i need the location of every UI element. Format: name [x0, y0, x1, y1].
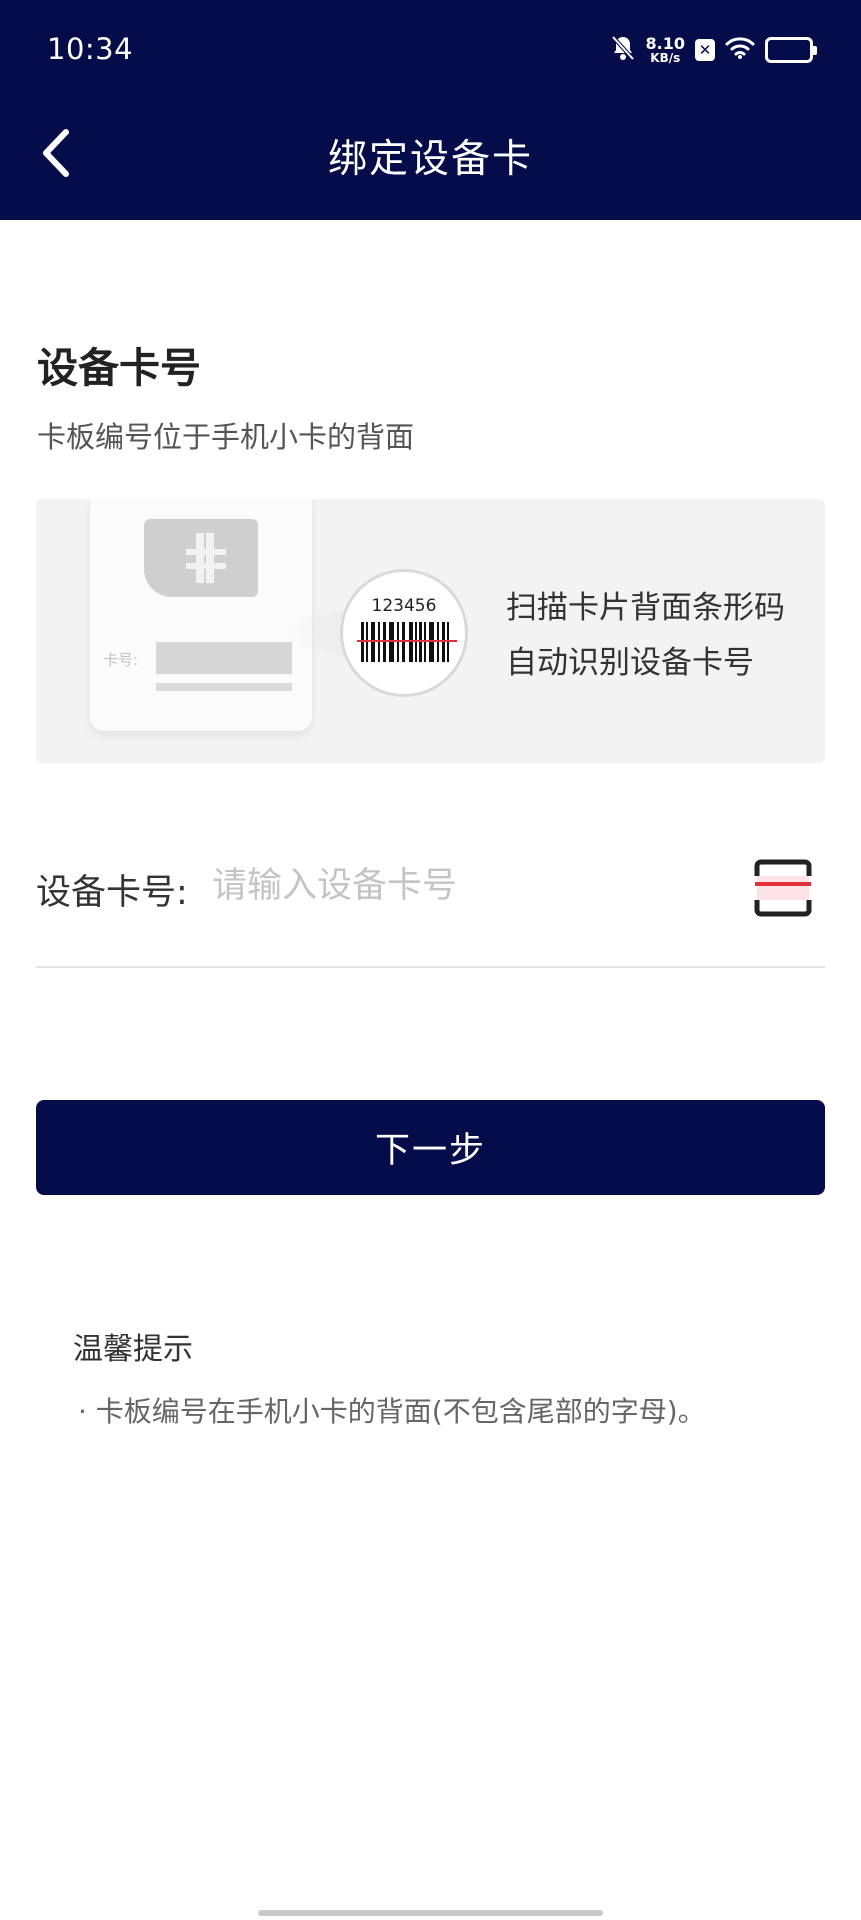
card-number-input[interactable] — [212, 858, 732, 914]
scan-hint-banner: 卡号: 123456 扫描卡片背面条形码 自动识别设备卡号 — [36, 499, 825, 763]
section-title: 设备卡号 — [37, 344, 201, 392]
bell-off-icon — [610, 34, 636, 66]
sim-chip-icon — [144, 519, 258, 597]
x-badge-icon: ✕ — [695, 39, 715, 61]
page-title: 绑定设备卡 — [327, 137, 533, 182]
scan-button[interactable] — [751, 856, 815, 920]
sim-card-illustration: 卡号: — [90, 499, 312, 731]
sim-number-strip — [156, 642, 292, 674]
battery-icon — [765, 37, 817, 63]
tips-item: · 卡板编号在手机小卡的背面(不包含尾部的字母)。 — [78, 1395, 706, 1428]
app-header: 10:34 8.10 KB/s ✕ 绑定设备卡 — [0, 0, 861, 220]
scan-icon — [751, 859, 815, 924]
net-speed: 8.10 KB/s — [645, 34, 685, 65]
sim-number-line — [156, 683, 292, 691]
barcode-magnifier: 123456 — [340, 569, 468, 697]
section-description: 卡板编号位于手机小卡的背面 — [37, 420, 415, 454]
banner-line-1: 扫描卡片背面条形码 — [506, 590, 785, 626]
card-number-label: 设备卡号: — [36, 873, 188, 913]
next-step-button[interactable]: 下一步 — [36, 1100, 825, 1195]
wifi-icon — [725, 36, 755, 64]
sim-card-label: 卡号: — [103, 651, 139, 669]
card-number-row: 设备卡号: — [36, 850, 825, 968]
status-icons: 8.10 KB/s ✕ — [610, 32, 817, 68]
tips-title: 温馨提示 — [73, 1332, 193, 1367]
banner-line-2: 自动识别设备卡号 — [506, 645, 754, 681]
home-indicator[interactable] — [258, 1910, 603, 1916]
status-time: 10:34 — [47, 32, 134, 66]
banner-text: 扫描卡片背面条形码 自动识别设备卡号 — [506, 581, 785, 691]
